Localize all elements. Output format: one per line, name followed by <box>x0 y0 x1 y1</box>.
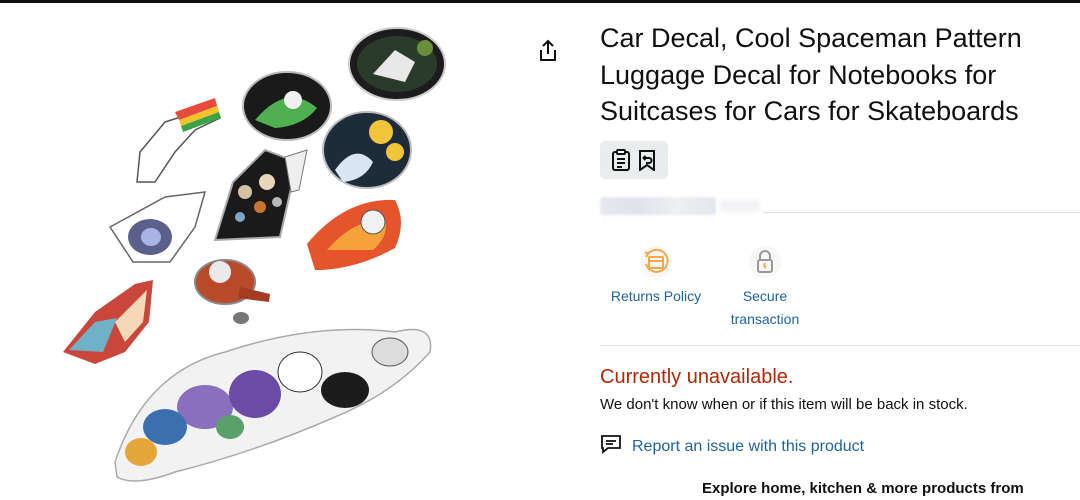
share-icon[interactable] <box>536 38 560 64</box>
blurred-price-tail <box>720 200 760 212</box>
sticker-rocket <box>307 199 401 270</box>
bookmark-return-icon[interactable] <box>637 149 657 171</box>
sticker-astronaut-left <box>136 98 221 183</box>
title-line-3: Suitcases for Cars for Skateboards <box>600 96 1019 126</box>
sticker-planets <box>213 148 308 242</box>
product-title: Car Decal, Cool Spaceman Pattern Luggage… <box>600 20 1070 130</box>
sticker-circle-green <box>242 71 332 141</box>
returns-policy-label: Returns Policy <box>610 288 702 304</box>
product-image[interactable] <box>55 22 450 490</box>
top-border <box>0 0 1080 3</box>
report-issue-link[interactable]: Report an issue with this product <box>600 434 864 459</box>
secure-label-line1: Secure <box>742 288 788 304</box>
blurred-price <box>600 197 716 215</box>
secure-transaction-link[interactable]: Secure transaction <box>720 245 810 331</box>
title-line-2: Luggage Decal for Notebooks for <box>600 59 997 90</box>
report-issue-label: Report an issue with this product <box>632 437 865 455</box>
returns-box-icon <box>639 245 673 279</box>
returns-policy-link[interactable]: Returns Policy <box>604 245 708 308</box>
title-line-1: Car Decal, Cool Spaceman Pattern <box>600 23 1022 53</box>
secure-label-line2: transaction <box>730 311 800 327</box>
sticker-circle-top <box>348 27 446 101</box>
divider <box>600 345 1080 346</box>
divider <box>763 212 1080 213</box>
lock-icon <box>748 245 782 279</box>
availability-status: Currently unavailable. <box>600 366 794 388</box>
stock-note: We don't know when or if this item will … <box>600 396 968 413</box>
sticker-pile <box>114 328 432 482</box>
sticker-circle-sunflower <box>322 111 412 189</box>
clipboard-list-icon[interactable] <box>611 149 631 171</box>
sticker-floating-astronaut <box>194 259 270 324</box>
action-icon-chip[interactable] <box>600 141 668 179</box>
chat-report-icon <box>600 434 622 459</box>
explore-heading: Explore home, kitchen & more products fr… <box>702 480 1024 497</box>
sticker-pointed <box>63 280 153 364</box>
sticker-portal <box>108 191 207 263</box>
